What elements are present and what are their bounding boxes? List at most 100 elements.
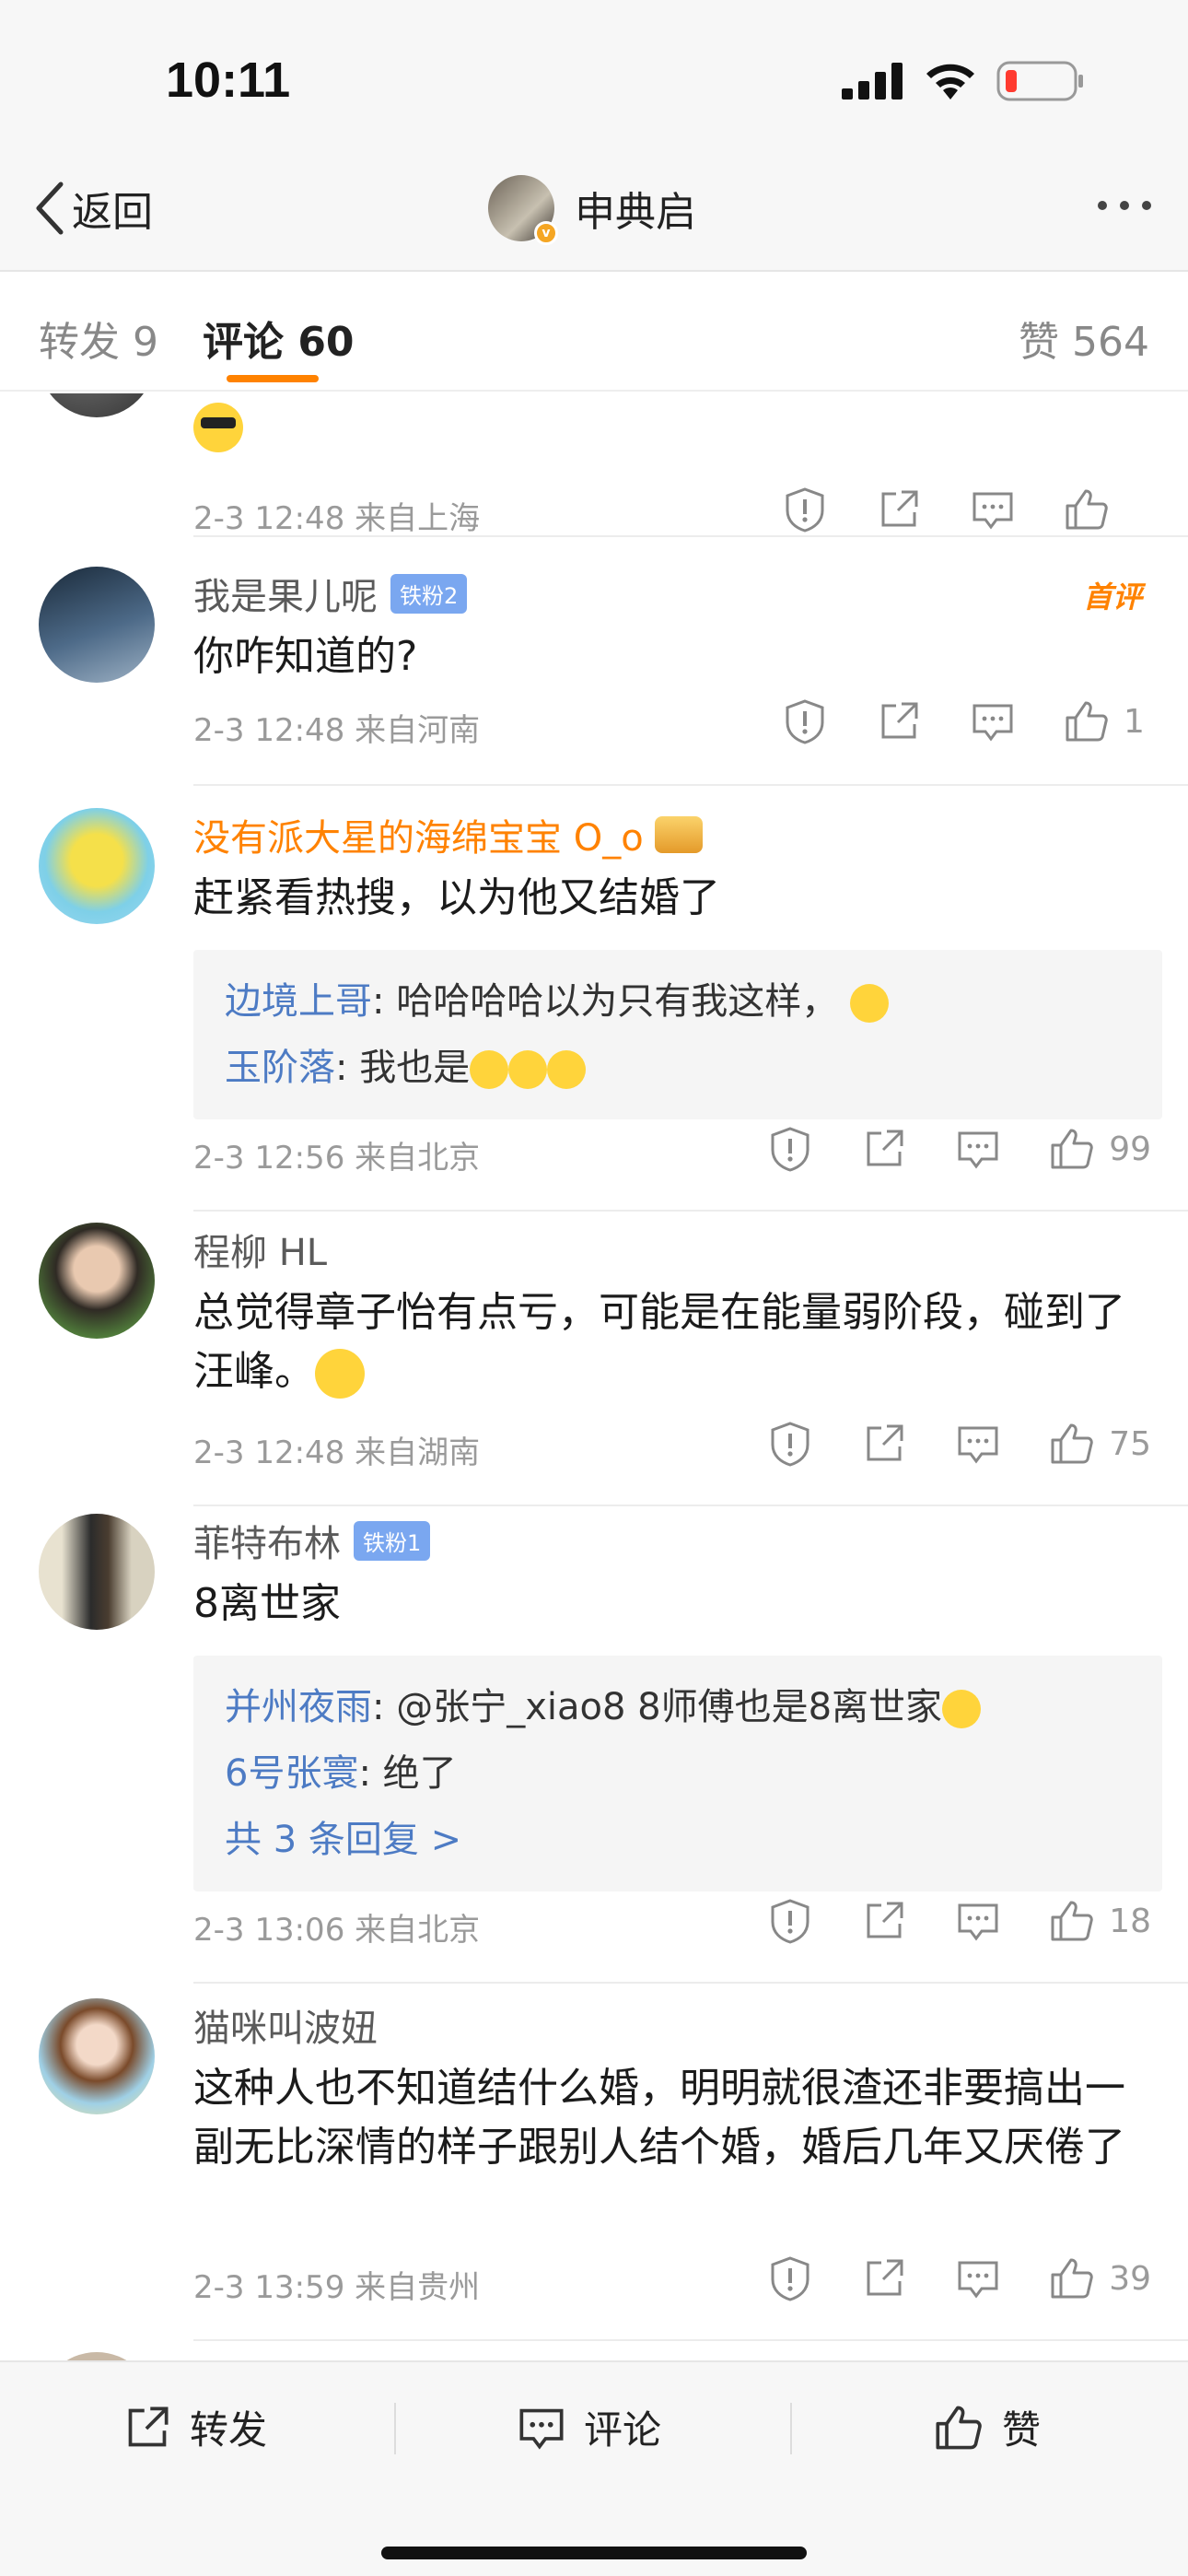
comment-text: 你咋知道的? [193,633,418,680]
like-count: 18 [1109,1902,1151,1940]
first-review-tag: 首评 [1082,580,1142,615]
comment-location: 来自北京 [355,1912,481,1949]
like-button[interactable]: 赞 [934,2399,1041,2455]
like-icon[interactable] [1059,482,1114,537]
wifi-icon [926,64,974,100]
reply-author[interactable]: 玉阶落 [225,1047,335,1089]
comment-time: 2-3 12:48 [193,500,345,537]
share-icon[interactable] [856,1893,912,1949]
avatar[interactable] [39,1514,155,1630]
laugh-cry-emoji-icon [547,1050,587,1089]
comment-text: 赶紧看热搜，以为他又结婚了 [193,874,720,921]
home-indicator[interactable] [381,2547,807,2559]
nav-bar: 返回 v 申典启 [0,147,1188,272]
comment-location: 来自河南 [355,712,481,749]
avatar[interactable] [39,393,155,417]
comment-icon[interactable] [950,2251,1006,2306]
reply-text: : @张宁_xiao8 8师傅也是8离世家 [372,1686,943,1728]
comment-icon[interactable] [950,1121,1006,1177]
comment-icon[interactable] [950,1893,1006,1949]
tab-bar: 转发 9 评论 60 赞 564 [0,274,1188,392]
share-icon[interactable] [856,2251,912,2306]
cool-emoji-icon [193,403,243,452]
avatar[interactable] [39,1998,155,2114]
avatar[interactable] [39,2352,155,2360]
comment-location: 来自上海 [355,500,481,537]
commenter-name[interactable]: 程柳 HL [193,1223,327,1276]
report-icon[interactable] [777,482,833,537]
share-icon[interactable] [856,1121,912,1177]
commenter-name[interactable]: 猫咪叫波妞 [193,1998,378,2052]
reply-text: : 绝了 [358,1752,457,1795]
battery-low-icon [996,61,1083,101]
view-all-replies-link[interactable]: 共 3 条回复 > [225,1807,1131,1873]
avatar[interactable] [39,1223,155,1339]
reply-author[interactable]: 并州夜雨 [225,1686,372,1728]
commenter-name[interactable]: 没有派大星的海绵宝宝 O_o [193,808,644,861]
comment-time: 2-3 13:06 [193,1912,345,1949]
comment-time: 2-3 12:48 [193,1434,345,1471]
sleepy-emoji-icon [315,1349,365,1399]
more-options-icon[interactable] [1098,201,1151,210]
commenter-name[interactable]: 菲特布林 [193,1514,341,1567]
report-icon[interactable] [763,1893,818,1949]
repost-label: 转发 [190,2407,268,2453]
like-icon[interactable] [1059,694,1114,749]
reply-author[interactable]: 边境上哥 [225,980,372,1023]
avatar[interactable] [39,808,155,924]
page-title: 申典启 [575,189,696,236]
comment-text: 8离世家 [193,1580,341,1627]
avatar[interactable]: v [488,175,558,245]
avatar[interactable] [39,567,155,683]
like-icon[interactable] [1044,1416,1100,1471]
share-icon[interactable] [856,1416,912,1471]
like-icon[interactable] [1044,1121,1100,1177]
crown-badge-icon [654,816,703,853]
like-count: 99 [1109,1130,1151,1168]
share-icon[interactable] [871,694,926,749]
comment-text: 这种人也不知道结什么婚，明明就很渣还非要搞出一副无比深情的样子跟别人结个婚，婚后… [193,2065,1125,2171]
like-icon[interactable] [1044,1893,1100,1949]
reply-item: 边境上哥: 哈哈哈哈以为只有我这样， [225,968,1131,1035]
laugh-cry-emoji-icon [849,984,889,1023]
share-icon[interactable] [871,482,926,537]
comment-location: 来自湖南 [355,1434,481,1471]
reply-preview[interactable]: 并州夜雨: @张宁_xiao8 8师傅也是8离世家 6号张寰: 绝了 共 3 条… [193,1656,1162,1891]
cellular-signal-icon [842,63,903,100]
comment-icon[interactable] [965,694,1020,749]
reply-item: 6号张寰: 绝了 [225,1740,1131,1807]
laugh-cry-emoji-icon [508,1050,548,1089]
reply-item: 玉阶落: 我也是 [225,1035,1131,1101]
like-count: 1 [1124,702,1145,741]
comment-button[interactable]: 评论 [518,2399,1188,2455]
comment-icon[interactable] [965,482,1020,537]
report-icon[interactable] [763,1416,818,1471]
comment-location: 来自北京 [355,1140,481,1177]
divider [790,2403,792,2454]
verified-badge-icon: v [534,221,558,245]
comment-time: 2-3 12:48 [193,712,345,749]
report-icon[interactable] [763,1121,818,1177]
reply-item: 并州夜雨: @张宁_xiao8 8师傅也是8离世家 [225,1674,1131,1740]
tab-repost[interactable]: 转发 9 [39,309,158,368]
like-icon[interactable] [1044,2251,1100,2306]
status-bar: 10:11 [0,0,1188,147]
report-icon[interactable] [763,2251,818,2306]
report-icon[interactable] [777,694,833,749]
comment-icon[interactable] [950,1416,1006,1471]
like-icon [936,2406,982,2449]
reply-text: : 我也是 [335,1047,471,1089]
comment-location: 来自贵州 [355,2269,481,2306]
fan-level-badge: 铁粉1 [354,1520,431,1561]
reply-preview[interactable]: 边境上哥: 哈哈哈哈以为只有我这样， 玉阶落: 我也是 [193,950,1162,1119]
back-button[interactable]: 返回 [33,181,153,236]
poster-profile[interactable]: v 申典启 [488,175,696,245]
chevron-left-icon [36,181,64,235]
active-tab-indicator [227,375,319,382]
comment-label: 评论 [584,2407,662,2453]
repost-button[interactable]: 转发 [123,2399,267,2455]
reply-text: : 哈哈哈哈以为只有我这样， [372,980,839,1023]
reply-author[interactable]: 6号张寰 [225,1752,358,1795]
commenter-name[interactable]: 我是果儿呢 [193,567,378,620]
tab-like[interactable]: 赞 564 [1019,309,1149,368]
